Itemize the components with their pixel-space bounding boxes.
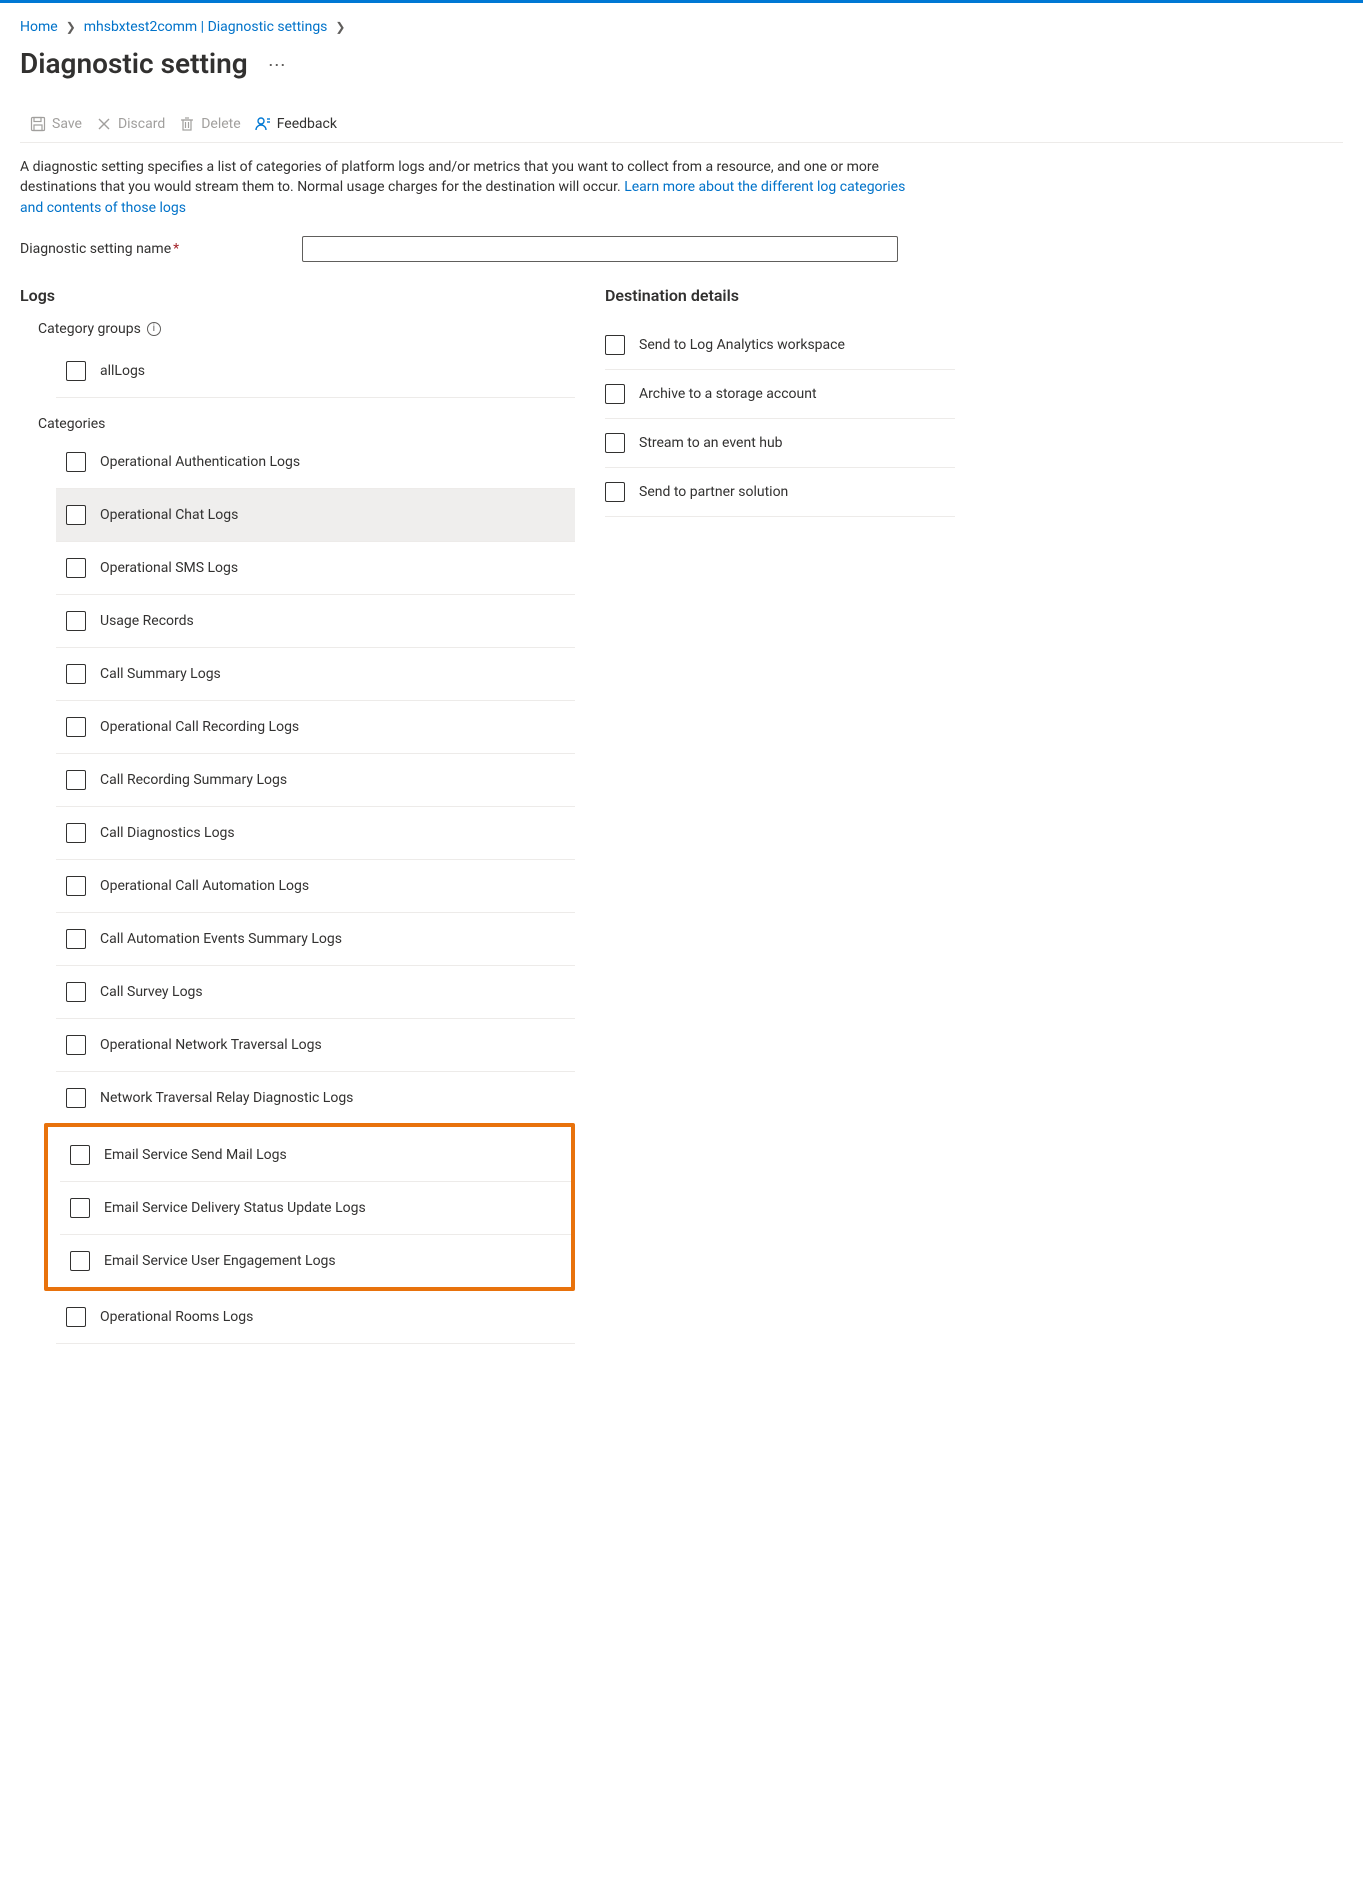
category-label: Email Service User Engagement Logs — [104, 1253, 336, 1269]
category-row[interactable]: Usage Records — [56, 595, 575, 648]
destination-label: Send to Log Analytics workspace — [639, 337, 845, 353]
category-label: Operational Chat Logs — [100, 507, 238, 523]
setting-name-input[interactable] — [302, 236, 898, 262]
category-label: Call Survey Logs — [100, 984, 203, 1000]
category-row[interactable]: Operational SMS Logs — [56, 542, 575, 595]
save-label: Save — [52, 116, 82, 132]
category-checkbox[interactable] — [66, 929, 86, 949]
destinations-heading: Destination details — [605, 286, 955, 305]
category-label: Email Service Send Mail Logs — [104, 1147, 287, 1163]
required-indicator: * — [173, 241, 179, 257]
destination-checkbox[interactable] — [605, 384, 625, 404]
alllogs-label: allLogs — [100, 363, 145, 379]
category-checkbox[interactable] — [70, 1145, 90, 1165]
description-text: A diagnostic setting specifies a list of… — [20, 157, 910, 218]
category-checkbox[interactable] — [66, 664, 86, 684]
category-label: Operational Call Automation Logs — [100, 878, 309, 894]
destination-checkbox[interactable] — [605, 335, 625, 355]
destination-row[interactable]: Send to partner solution — [605, 468, 955, 517]
category-label: Operational Authentication Logs — [100, 454, 300, 470]
category-label: Call Diagnostics Logs — [100, 825, 235, 841]
category-row[interactable]: Call Survey Logs — [56, 966, 575, 1019]
save-button[interactable]: Save — [30, 116, 82, 132]
setting-name-label-text: Diagnostic setting name — [20, 241, 171, 257]
email-categories-highlight: Email Service Send Mail Logs Email Servi… — [44, 1123, 575, 1291]
category-row[interactable]: Call Recording Summary Logs — [56, 754, 575, 807]
alllogs-row[interactable]: allLogs — [56, 345, 575, 398]
category-checkbox[interactable] — [66, 770, 86, 790]
destination-row[interactable]: Send to Log Analytics workspace — [605, 321, 955, 370]
category-label: Operational SMS Logs — [100, 560, 238, 576]
category-label: Network Traversal Relay Diagnostic Logs — [100, 1090, 353, 1106]
category-checkbox[interactable] — [66, 717, 86, 737]
category-row[interactable]: Network Traversal Relay Diagnostic Logs — [56, 1072, 575, 1125]
category-checkbox[interactable] — [66, 1035, 86, 1055]
category-row[interactable]: Operational Authentication Logs — [56, 436, 575, 489]
breadcrumb-home[interactable]: Home — [20, 19, 58, 35]
category-checkbox[interactable] — [66, 1307, 86, 1327]
category-checkbox[interactable] — [66, 1088, 86, 1108]
feedback-button[interactable]: Feedback — [255, 116, 337, 132]
category-checkbox[interactable] — [66, 876, 86, 896]
delete-button[interactable]: Delete — [179, 116, 240, 132]
feedback-icon — [255, 116, 271, 132]
destination-label: Stream to an event hub — [639, 435, 783, 451]
page-title: Diagnostic setting — [20, 47, 248, 80]
category-checkbox[interactable] — [66, 558, 86, 578]
category-checkbox[interactable] — [66, 505, 86, 525]
alllogs-checkbox[interactable] — [66, 361, 86, 381]
category-row[interactable]: Call Automation Events Summary Logs — [56, 913, 575, 966]
chevron-right-icon: ❯ — [66, 20, 76, 34]
discard-label: Discard — [118, 116, 165, 132]
category-label: Email Service Delivery Status Update Log… — [104, 1200, 366, 1216]
category-row[interactable]: Operational Rooms Logs — [56, 1291, 575, 1344]
category-label: Usage Records — [100, 613, 194, 629]
trash-icon — [179, 116, 195, 132]
delete-label: Delete — [201, 116, 240, 132]
category-row[interactable]: Email Service Delivery Status Update Log… — [60, 1182, 571, 1235]
breadcrumb-resource[interactable]: mhsbxtest2comm | Diagnostic settings — [84, 19, 328, 35]
setting-name-label: Diagnostic setting name* — [20, 241, 290, 257]
destination-checkbox[interactable] — [605, 482, 625, 502]
category-checkbox[interactable] — [66, 611, 86, 631]
category-row[interactable]: Call Diagnostics Logs — [56, 807, 575, 860]
category-label: Call Summary Logs — [100, 666, 221, 682]
categories-label: Categories — [38, 416, 575, 432]
destination-label: Archive to a storage account — [639, 386, 817, 402]
destination-row[interactable]: Archive to a storage account — [605, 370, 955, 419]
category-checkbox[interactable] — [66, 982, 86, 1002]
category-row[interactable]: Email Service Send Mail Logs — [60, 1129, 571, 1182]
category-row[interactable]: Call Summary Logs — [56, 648, 575, 701]
category-label: Call Recording Summary Logs — [100, 772, 287, 788]
info-icon[interactable]: i — [147, 322, 161, 336]
category-label: Operational Call Recording Logs — [100, 719, 299, 735]
category-checkbox[interactable] — [66, 452, 86, 472]
category-checkbox[interactable] — [70, 1251, 90, 1271]
category-label: Operational Network Traversal Logs — [100, 1037, 322, 1053]
category-row[interactable]: Email Service User Engagement Logs — [60, 1235, 571, 1287]
breadcrumb: Home ❯ mhsbxtest2comm | Diagnostic setti… — [20, 15, 1343, 41]
chevron-right-icon: ❯ — [335, 20, 345, 34]
save-icon — [30, 116, 46, 132]
category-checkbox[interactable] — [70, 1198, 90, 1218]
category-groups-label: Category groups i — [38, 321, 575, 337]
category-row[interactable]: Operational Chat Logs — [56, 489, 575, 542]
feedback-label: Feedback — [277, 116, 337, 132]
category-row[interactable]: Operational Call Automation Logs — [56, 860, 575, 913]
category-groups-text: Category groups — [38, 321, 141, 337]
discard-button[interactable]: Discard — [96, 116, 165, 132]
more-actions-button[interactable]: ⋯ — [268, 55, 287, 76]
logs-heading: Logs — [20, 286, 575, 305]
close-icon — [96, 116, 112, 132]
category-label: Call Automation Events Summary Logs — [100, 931, 342, 947]
toolbar: Save Discard Delete Feedback — [20, 110, 1343, 143]
category-row[interactable]: Operational Network Traversal Logs — [56, 1019, 575, 1072]
destination-label: Send to partner solution — [639, 484, 788, 500]
destination-row[interactable]: Stream to an event hub — [605, 419, 955, 468]
category-label: Operational Rooms Logs — [100, 1309, 253, 1325]
destination-checkbox[interactable] — [605, 433, 625, 453]
category-checkbox[interactable] — [66, 823, 86, 843]
category-row[interactable]: Operational Call Recording Logs — [56, 701, 575, 754]
